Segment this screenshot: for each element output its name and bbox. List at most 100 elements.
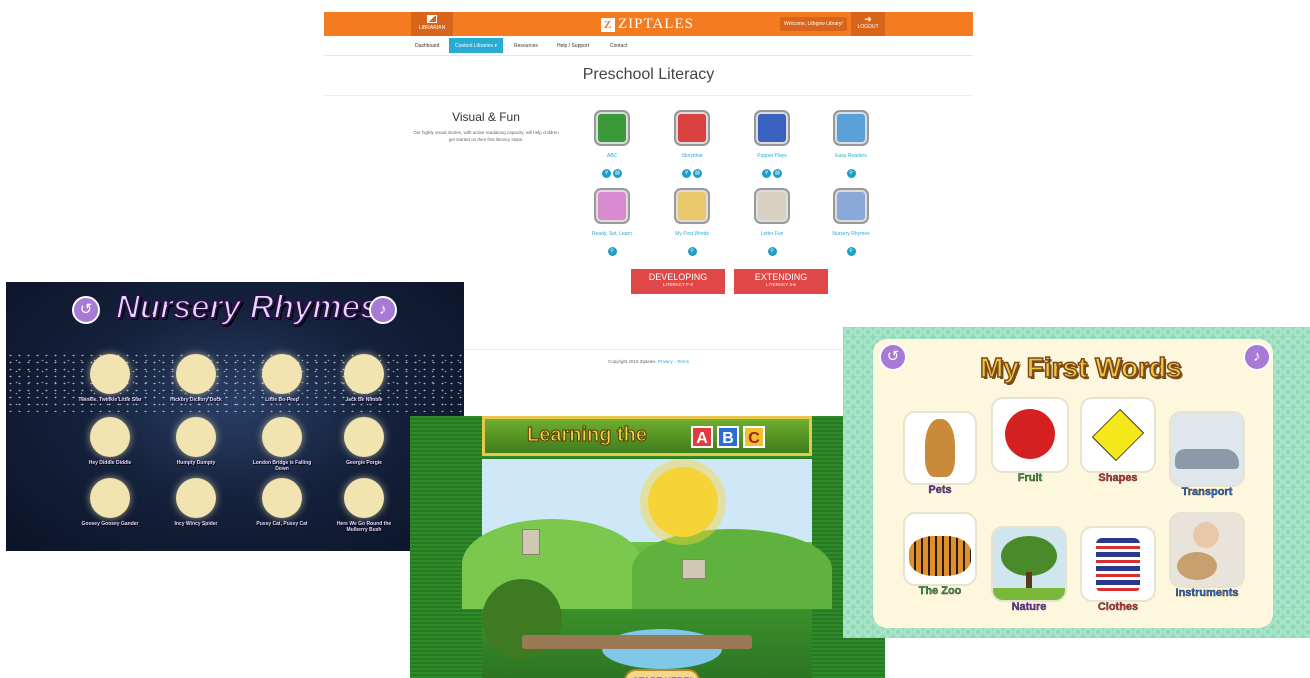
tile-abc[interactable]: ABC ⚲ ▤ [582, 110, 642, 179]
document-icon[interactable]: ▤ [693, 169, 702, 178]
word-tile-instruments[interactable]: Instruments [1171, 514, 1243, 599]
rhyme-item[interactable]: Pussy Cat, Pussy Cat [246, 478, 318, 527]
moon-thumbnail [90, 354, 130, 394]
section-description: Our highly visual stories, with active r… [413, 130, 559, 142]
easy-readers-icon [833, 110, 869, 146]
tile-nursery-rhymes[interactable]: Nursery Rhymes ⚲ [821, 188, 881, 257]
developing-literacy-button[interactable]: DEVELOPING LITERACY F-2 [631, 269, 725, 294]
word-tile-transport[interactable]: Transport [1171, 413, 1243, 498]
rhyme-item[interactable]: Goosey Goosey Gander [74, 478, 146, 527]
preview-icon[interactable]: ⚲ [846, 169, 856, 178]
shirt-image [1082, 528, 1154, 600]
nav-resources[interactable]: Resources [514, 43, 538, 49]
main-nav: Dashboard Content Libraries ▾ Resources … [324, 36, 973, 56]
abc-icon [594, 110, 630, 146]
word-tile-clothes[interactable]: Clothes [1082, 528, 1154, 613]
tile-storytime[interactable]: Storytime ⚲ ▤ [662, 110, 722, 179]
moon-thumbnail [262, 417, 302, 457]
hill [632, 529, 832, 609]
ziptales-logo[interactable]: Z ZIPTALES [601, 16, 694, 33]
tile-ready-set-learn[interactable]: Ready, Set, Learn ⚲ [582, 188, 642, 257]
preview-icon[interactable]: ⚲ [602, 169, 611, 178]
librarian-icon [427, 15, 437, 23]
nav-contact[interactable]: Contact [610, 43, 627, 49]
visual-fun-section: Visual & Fun Our highly visual stories, … [412, 110, 560, 143]
word-tile-fruit[interactable]: Fruit [993, 399, 1067, 484]
back-arrow-icon: ↺ [79, 301, 93, 318]
my-first-words-screen: ↺ My First Words ♪ Pets Fruit Shapes Tra… [843, 327, 1310, 638]
rhyme-item[interactable]: Georgie Porgie [328, 417, 400, 466]
preview-icon[interactable]: ⚲ [607, 247, 617, 256]
tile-easy-readers[interactable]: Easy Readers ⚲ [821, 110, 881, 179]
tile-puppet-plays[interactable]: Puppet Plays ⚲ ▤ [742, 110, 802, 179]
rhyme-item[interactable]: Humpty Dumpty [160, 417, 232, 466]
tree-image [993, 528, 1065, 600]
castle [682, 559, 706, 579]
first-words-card: ↺ My First Words ♪ Pets Fruit Shapes Tra… [873, 339, 1273, 628]
nav-dashboard[interactable]: Dashboard [415, 43, 439, 49]
logout-button[interactable]: ➜ LOGOUT [851, 12, 885, 36]
rhyme-item[interactable]: Hey Diddle Diddle [74, 417, 146, 466]
privacy-link[interactable]: Privacy [658, 359, 673, 364]
tiger-image [905, 514, 975, 584]
start-here-button[interactable]: START HERE! [624, 669, 700, 678]
sound-button[interactable]: ♪ [1243, 343, 1271, 371]
bridge [522, 635, 752, 649]
preview-icon[interactable]: ⚲ [762, 169, 771, 178]
abc-scene: START HERE! [462, 459, 832, 678]
tile-my-first-words[interactable]: My First Words ⚲ [662, 188, 722, 257]
preview-icon[interactable]: ⚲ [682, 169, 691, 178]
terms-link[interactable]: Terms [677, 359, 689, 364]
letter-fun-icon [754, 188, 790, 224]
moon-thumbnail [176, 417, 216, 457]
moon-thumbnail [90, 417, 130, 457]
preview-icon[interactable]: ⚲ [767, 247, 777, 256]
rhyme-item[interactable]: London Bridge is Falling Down [246, 417, 318, 472]
document-icon[interactable]: ▤ [773, 169, 782, 178]
page-title: Preschool Literacy [324, 66, 973, 96]
moon-thumbnail [176, 478, 216, 518]
speaker-icon: ♪ [1253, 348, 1261, 365]
smiling-sun [648, 467, 718, 537]
welcome-badge: Welcome, Lithgow Library! [780, 17, 847, 31]
learning-abc-screen: Learning the A B C START HERE! [410, 416, 885, 678]
section-title: Visual & Fun [452, 110, 520, 124]
apple-image [993, 399, 1067, 471]
moon-thumbnail [262, 354, 302, 394]
block-a: A [691, 426, 713, 448]
back-button[interactable]: ↺ [72, 296, 100, 324]
rhyme-item[interactable]: Here We Go Round the Mulberry Bush [328, 478, 400, 533]
extending-literacy-button[interactable]: EXTENDING LITERACY 3-6 [734, 269, 828, 294]
storytime-icon [674, 110, 710, 146]
preview-icon[interactable]: ⚲ [846, 247, 856, 256]
diamond-image [1082, 399, 1154, 471]
nav-help-support[interactable]: Help / Support [557, 43, 589, 49]
back-button[interactable]: ↺ [879, 343, 907, 371]
word-tile-shapes[interactable]: Shapes [1082, 399, 1154, 484]
my-first-words-icon [674, 188, 710, 224]
word-tile-pets[interactable]: Pets [905, 413, 975, 496]
logo-mark: Z [601, 18, 615, 32]
preview-icon[interactable]: ⚲ [687, 247, 697, 256]
ready-set-learn-icon [594, 188, 630, 224]
castle [522, 529, 540, 555]
rhyme-item[interactable]: Twinkle, Twinkle Little Star [74, 354, 146, 403]
document-icon[interactable]: ▤ [613, 169, 622, 178]
word-tile-nature[interactable]: Nature [993, 528, 1065, 613]
rhyme-item[interactable]: Incy Wincy Spider [160, 478, 232, 527]
rhyme-item[interactable]: Little Bo-Peep [246, 354, 318, 403]
abc-banner: Learning the A B C [482, 416, 812, 456]
word-tile-the-zoo[interactable]: The Zoo [905, 514, 975, 597]
nav-content-libraries[interactable]: Content Libraries ▾ [449, 38, 503, 53]
moon-thumbnail [344, 354, 384, 394]
moon-thumbnail [344, 478, 384, 518]
back-arrow-icon: ↺ [886, 348, 900, 365]
guitar-image [1171, 514, 1243, 586]
tile-letter-fun[interactable]: Letter Fun ⚲ [742, 188, 802, 257]
librarian-button[interactable]: LIBRARIAN [411, 12, 453, 36]
rhyme-item[interactable]: Jack Be Nimble [328, 354, 400, 403]
rhyme-item[interactable]: Hickory Dickory Dock [160, 354, 232, 403]
sound-button[interactable]: ♪ [369, 296, 397, 324]
block-b: B [717, 426, 739, 448]
nursery-title: Nursery Rhymes [115, 287, 379, 326]
